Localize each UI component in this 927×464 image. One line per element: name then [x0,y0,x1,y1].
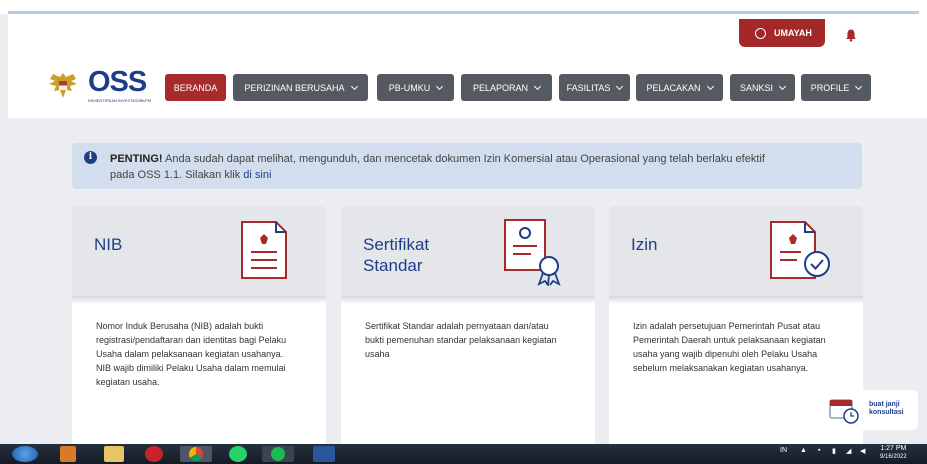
signal-icon[interactable]: ◢ [846,447,851,455]
chevron-down-icon [350,82,358,90]
nav-label: BERANDA [173,82,218,93]
notice-text: PENTING! Anda sudah dapat melihat, mengu… [110,151,850,183]
nav-label: SANKSI [739,82,773,93]
media-player-icon[interactable] [60,446,76,462]
nav-label: PROFILE [810,82,850,93]
header-top: UMAYAH [8,14,927,58]
pinterest-icon[interactable] [145,446,163,462]
os-taskbar: IN ▲ ▪ ▮ ◢ ◀ 1:27 PM 9/16/2022 [0,444,927,464]
garuda-emblem-icon [49,73,77,98]
volume-icon[interactable]: ◀ [860,447,865,455]
appointment-line1: buat janji [869,401,900,408]
card-description: Izin adalah persetujuan Pemerintah Pusat… [633,321,826,373]
chevron-down-icon [855,82,863,90]
nav-perizinan-berusaha[interactable]: PERIZINAN BERUSAHA [233,74,368,101]
word-icon[interactable] [313,446,335,462]
user-name: UMAYAH [774,28,812,38]
oss-logo[interactable]: OSS KEMENTERIAN INVESTASI/BKPM [88,67,151,103]
bell-icon[interactable] [844,28,858,42]
certificate-icon [504,219,561,286]
nav-profile[interactable]: PROFILE [801,74,871,101]
clock-date: 9/16/2022 [880,454,907,460]
tray-chevron-icon[interactable]: ▲ [800,447,807,454]
battery-icon[interactable]: ▮ [832,447,836,455]
user-menu-button[interactable]: UMAYAH [739,19,825,47]
card-title: Sertifikat Standar [363,235,430,275]
spotify-icon[interactable] [262,446,294,462]
notice-link[interactable]: di sini [243,169,271,181]
file-explorer-icon[interactable] [104,446,124,462]
nav-fasilitas[interactable]: FASILITAS [559,74,630,101]
card-description: Nomor Induk Berusaha (NIB) adalah bukti … [96,321,287,387]
clock[interactable]: 1:27 PM 9/16/2022 [880,445,907,461]
oss-wordmark: OSS [88,66,147,98]
notice-line1: Anda sudah dapat melihat, mengunduh, dan… [162,153,765,165]
nav-pb-umku[interactable]: PB-UMKU [377,74,454,101]
document-icon [241,221,287,279]
card-sertifikat-standar[interactable]: Sertifikat Standar Sertifikat Standar ad… [341,206,595,446]
nav-sanksi[interactable]: SANKSI [730,74,795,101]
appointment-widget[interactable]: buat janji konsultasi [818,390,918,430]
card-title: NIB [94,235,123,254]
chevron-down-icon [533,82,542,90]
nav-label: PELACAKAN [646,82,701,93]
approved-document-icon [770,221,830,279]
nav-label: PB-UMKU [388,82,431,93]
chrome-icon[interactable] [180,446,212,462]
chevron-down-icon [616,82,624,90]
important-notice: i PENTING! Anda sudah dapat melihat, men… [72,143,862,189]
notice-line2: pada OSS 1.1. Silakan klik [110,169,244,181]
notice-strong: PENTING! [110,153,163,165]
tray-flag-icon[interactable]: ▪ [818,447,820,454]
nav-pelacakan[interactable]: PELACAKAN [636,74,723,101]
nav-beranda[interactable]: BERANDA [165,74,226,101]
clock-time: 1:27 PM [880,445,907,452]
card-nib[interactable]: NIB Nomor Induk Berusaha (NIB) adalah bu… [72,206,326,446]
card-description: Sertifikat Standar adalah pernyataan dan… [365,321,557,359]
appointment-line2: konsultasi [869,409,904,416]
top-strip [0,0,927,14]
main-navbar: OSS KEMENTERIAN INVESTASI/BKPM BERANDA P… [8,58,927,118]
info-icon: i [84,151,97,164]
nav-label: PELAPORAN [472,82,529,93]
whatsapp-icon[interactable] [229,446,247,462]
chevron-down-icon [436,82,444,90]
language-indicator[interactable]: IN [780,447,787,454]
card-title: Izin [631,235,658,254]
appointment-label: buat janji konsultasi [869,401,904,417]
chevron-down-icon [778,82,787,90]
start-button-icon[interactable] [12,446,38,462]
oss-tagline: KEMENTERIAN INVESTASI/BKPM [88,98,152,103]
user-icon [755,27,766,39]
nav-label: PERIZINAN BERUSAHA [244,82,345,93]
nav-pelaporan[interactable]: PELAPORAN [461,74,552,101]
calendar-clock-icon [829,399,859,424]
nav-label: FASILITAS [566,82,611,93]
chevron-down-icon [706,82,714,90]
